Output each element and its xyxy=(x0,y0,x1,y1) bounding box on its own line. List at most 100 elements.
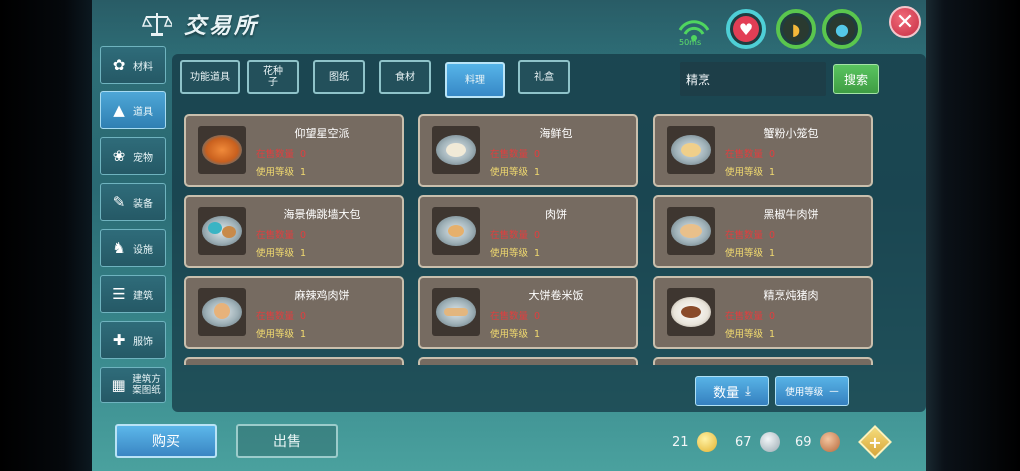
item-card[interactable]: 精烹炖猪肉 在售数量 0 使用等级 1 xyxy=(653,276,873,349)
sort-level-label: 使用等级 xyxy=(785,387,824,398)
item-card[interactable]: 仰望星空派 在售数量 0 使用等级 1 xyxy=(184,114,404,187)
pancake-roll-icon xyxy=(432,288,480,336)
item-card-partial[interactable] xyxy=(653,357,873,365)
sidebar-item-blueprint[interactable]: ▦ 建筑方案图纸 xyxy=(100,367,166,403)
item-card-partial[interactable] xyxy=(184,357,404,365)
silver-coin-icon xyxy=(759,432,780,452)
sidebar-item-equipment[interactable]: ✎ 装备 xyxy=(100,183,166,221)
building-icon: ☰ xyxy=(112,285,126,303)
item-name: 肉饼 xyxy=(545,208,567,221)
item-card[interactable]: 海景佛跳墙大包 在售数量 0 使用等级 1 xyxy=(184,195,404,268)
sidebar-item-label: 材料 xyxy=(133,61,153,73)
soup-dumpling-icon xyxy=(667,126,715,174)
item-icon: ▲ xyxy=(113,101,125,119)
sort-quantity-label: 数量 xyxy=(713,385,740,401)
tab-cooking[interactable]: 料理 xyxy=(445,62,505,98)
scale-icon xyxy=(141,10,175,38)
main-panel: 功能道具 花种子 图纸 食材 料理 礼盒 精烹 搜索 仰望星空派 在售数量 0 使… xyxy=(172,54,926,412)
blueprint-icon: ▦ xyxy=(111,375,126,394)
silver-currency: 67 xyxy=(735,432,780,452)
use-level: 使用等级 1 xyxy=(256,329,307,340)
add-currency-button[interactable]: + xyxy=(858,425,892,459)
sidebar-item-facility[interactable]: ♞ 设施 xyxy=(100,229,166,267)
buddha-jumps-bun-icon xyxy=(198,207,246,255)
tab-gift-box[interactable]: 礼盒 xyxy=(518,60,570,94)
tab-ingredients[interactable]: 食材 xyxy=(379,60,431,94)
search-button[interactable]: 搜索 xyxy=(833,64,879,94)
pie-icon xyxy=(198,126,246,174)
item-name: 麻辣鸡肉饼 xyxy=(294,289,350,302)
stock-count: 在售数量 0 xyxy=(256,149,307,160)
hunger-status[interactable]: ◗ xyxy=(776,9,816,49)
bronze-currency: 69 xyxy=(795,432,840,452)
stock-count: 在售数量 0 xyxy=(725,149,776,160)
search-input[interactable]: 精烹 xyxy=(680,62,826,96)
arrow-down-icon: ⤓ xyxy=(745,383,751,399)
use-level: 使用等级 1 xyxy=(256,167,307,178)
stock-count: 在售数量 0 xyxy=(256,230,307,241)
exchange-window: 交易所 50ms ♥ ◗ ● ✕ ✿ 材料 ▲ 道具 ❀ 宠物 ✎ 装备 ♞ 设… xyxy=(92,0,926,471)
item-name: 仰望星空派 xyxy=(294,127,350,140)
use-level: 使用等级 1 xyxy=(490,248,541,259)
drumstick-icon: ◗ xyxy=(783,16,809,42)
equipment-icon: ✎ xyxy=(112,193,126,211)
spicy-chicken-pie-icon xyxy=(198,288,246,336)
item-card[interactable]: 蟹粉小笼包 在售数量 0 使用等级 1 xyxy=(653,114,873,187)
use-level: 使用等级 1 xyxy=(725,167,776,178)
use-level: 使用等级 1 xyxy=(256,248,307,259)
stock-count: 在售数量 0 xyxy=(725,230,776,241)
sort-level-button[interactable]: 使用等级 — xyxy=(775,376,849,406)
sidebar-item-label: 建筑 xyxy=(133,290,153,302)
water-drop-icon: ● xyxy=(829,16,855,42)
sidebar-item-clothing[interactable]: ✚ 服饰 xyxy=(100,321,166,359)
item-name: 蟹粉小笼包 xyxy=(763,127,819,140)
seafood-bun-icon xyxy=(432,126,480,174)
use-level: 使用等级 1 xyxy=(490,329,541,340)
stock-count: 在售数量 0 xyxy=(490,311,541,322)
sidebar-item-label: 道具 xyxy=(133,106,153,118)
sidebar-item-label: 设施 xyxy=(133,244,153,256)
gold-amount: 21 xyxy=(672,434,689,450)
item-card[interactable]: 大饼卷米饭 在售数量 0 使用等级 1 xyxy=(418,276,638,349)
title-bar: 交易所 xyxy=(141,8,260,40)
stock-count: 在售数量 0 xyxy=(490,149,541,160)
bronze-coin-icon xyxy=(819,432,840,452)
item-name: 海景佛跳墙大包 xyxy=(283,208,361,221)
stock-count: 在售数量 0 xyxy=(725,311,776,322)
close-icon: ✕ xyxy=(895,9,915,35)
sidebar-item-label: 装备 xyxy=(133,198,153,210)
thirst-status[interactable]: ● xyxy=(822,9,862,49)
item-card[interactable]: 麻辣鸡肉饼 在售数量 0 使用等级 1 xyxy=(184,276,404,349)
sidebar-item-pet[interactable]: ❀ 宠物 xyxy=(100,137,166,175)
use-level: 使用等级 1 xyxy=(725,248,776,259)
tab-flower-seeds[interactable]: 花种子 xyxy=(247,60,299,94)
sidebar-item-building[interactable]: ☰ 建筑 xyxy=(100,275,166,313)
close-button[interactable]: ✕ xyxy=(889,6,921,38)
sidebar-item-material[interactable]: ✿ 材料 xyxy=(100,46,166,84)
paw-icon: ❀ xyxy=(112,147,126,165)
buy-button[interactable]: 购买 xyxy=(115,424,217,458)
item-name: 黑椒牛肉饼 xyxy=(763,208,819,221)
use-level: 使用等级 1 xyxy=(490,167,541,178)
meat-pie-icon xyxy=(432,207,480,255)
material-icon: ✿ xyxy=(112,56,126,74)
sort-quantity-button[interactable]: 数量 ⤓ xyxy=(695,376,769,406)
sidebar-item-label: 建筑方案图纸 xyxy=(132,374,161,396)
item-card[interactable]: 肉饼 在售数量 0 使用等级 1 xyxy=(418,195,638,268)
tab-blueprints[interactable]: 图纸 xyxy=(313,60,365,94)
pepper-beef-pie-icon xyxy=(667,207,715,255)
health-status[interactable]: ♥ xyxy=(726,9,766,49)
item-name: 精烹炖猪肉 xyxy=(763,289,819,302)
sell-button[interactable]: 出售 xyxy=(236,424,338,458)
item-card[interactable]: 海鲜包 在售数量 0 使用等级 1 xyxy=(418,114,638,187)
item-name: 大饼卷米饭 xyxy=(528,289,584,302)
item-card-partial[interactable] xyxy=(418,357,638,365)
tab-function-items[interactable]: 功能道具 xyxy=(180,60,240,94)
item-card[interactable]: 黑椒牛肉饼 在售数量 0 使用等级 1 xyxy=(653,195,873,268)
background-left xyxy=(0,0,92,471)
facility-icon: ♞ xyxy=(112,239,126,257)
page-title: 交易所 xyxy=(184,14,260,39)
sidebar-item-item[interactable]: ▲ 道具 xyxy=(100,91,166,129)
gold-currency: 21 xyxy=(672,432,717,452)
background-right xyxy=(925,0,1020,471)
